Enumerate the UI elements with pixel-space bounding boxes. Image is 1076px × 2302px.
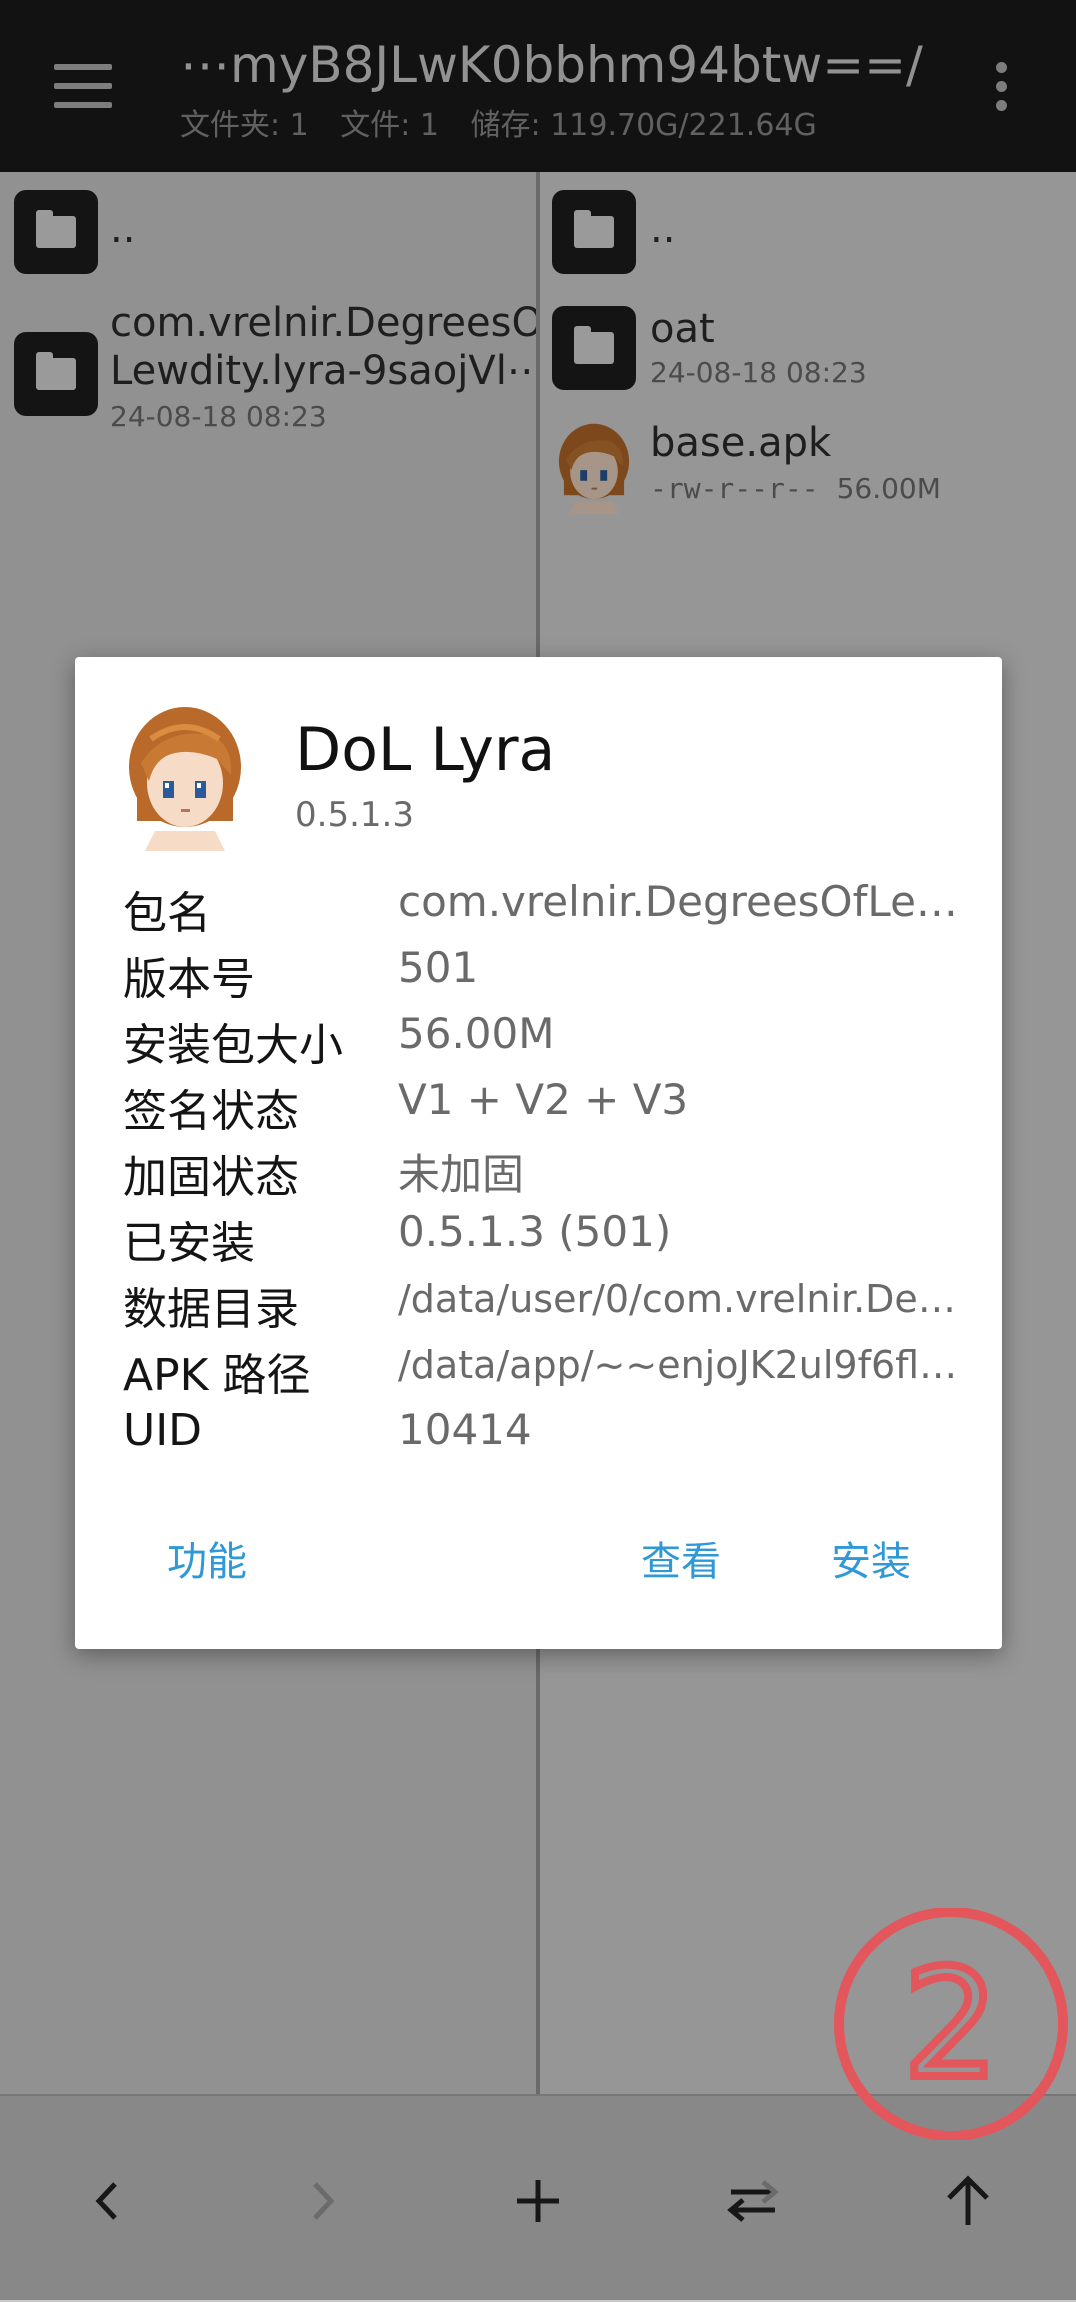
info-row-apk-path: APK 路径 /data/app/~~enjoJK2ul9f6fl9⋯ bbox=[123, 1343, 958, 1401]
info-row-uid: UID 10414 bbox=[123, 1405, 532, 1456]
info-row-signature-status: 签名状态 V1 + V2 + V3 bbox=[123, 1075, 689, 1137]
info-row-data-dir: 数据目录 /data/user/0/com.vrelnir.Deg⋯ bbox=[123, 1277, 958, 1335]
install-button[interactable]: 安装 bbox=[831, 1529, 911, 1587]
annotation-circle-2: 2 bbox=[830, 1907, 1072, 2141]
info-row-installed: 已安装 0.5.1.3 (501) bbox=[123, 1207, 672, 1269]
functions-button[interactable]: 功能 bbox=[167, 1529, 247, 1587]
info-row-version-code: 版本号 501 bbox=[123, 943, 479, 1005]
info-row-package-size: 安装包大小 56.00M bbox=[123, 1009, 555, 1071]
app-icon bbox=[115, 701, 255, 851]
info-row-hardening-status: 加固状态 未加固 bbox=[123, 1150, 525, 1203]
app-name: DoL Lyra bbox=[295, 715, 556, 785]
info-row-package-name: 包名 com.vrelnir.DegreesOfLewd⋯ bbox=[123, 877, 958, 939]
apk-info-dialog: DoL Lyra 0.5.1.3 包名 com.vrelnir.DegreesO… bbox=[75, 657, 1002, 1649]
app-version: 0.5.1.3 bbox=[295, 795, 414, 835]
annotation-label: 2 bbox=[903, 1938, 998, 2112]
view-button[interactable]: 查看 bbox=[641, 1529, 721, 1587]
